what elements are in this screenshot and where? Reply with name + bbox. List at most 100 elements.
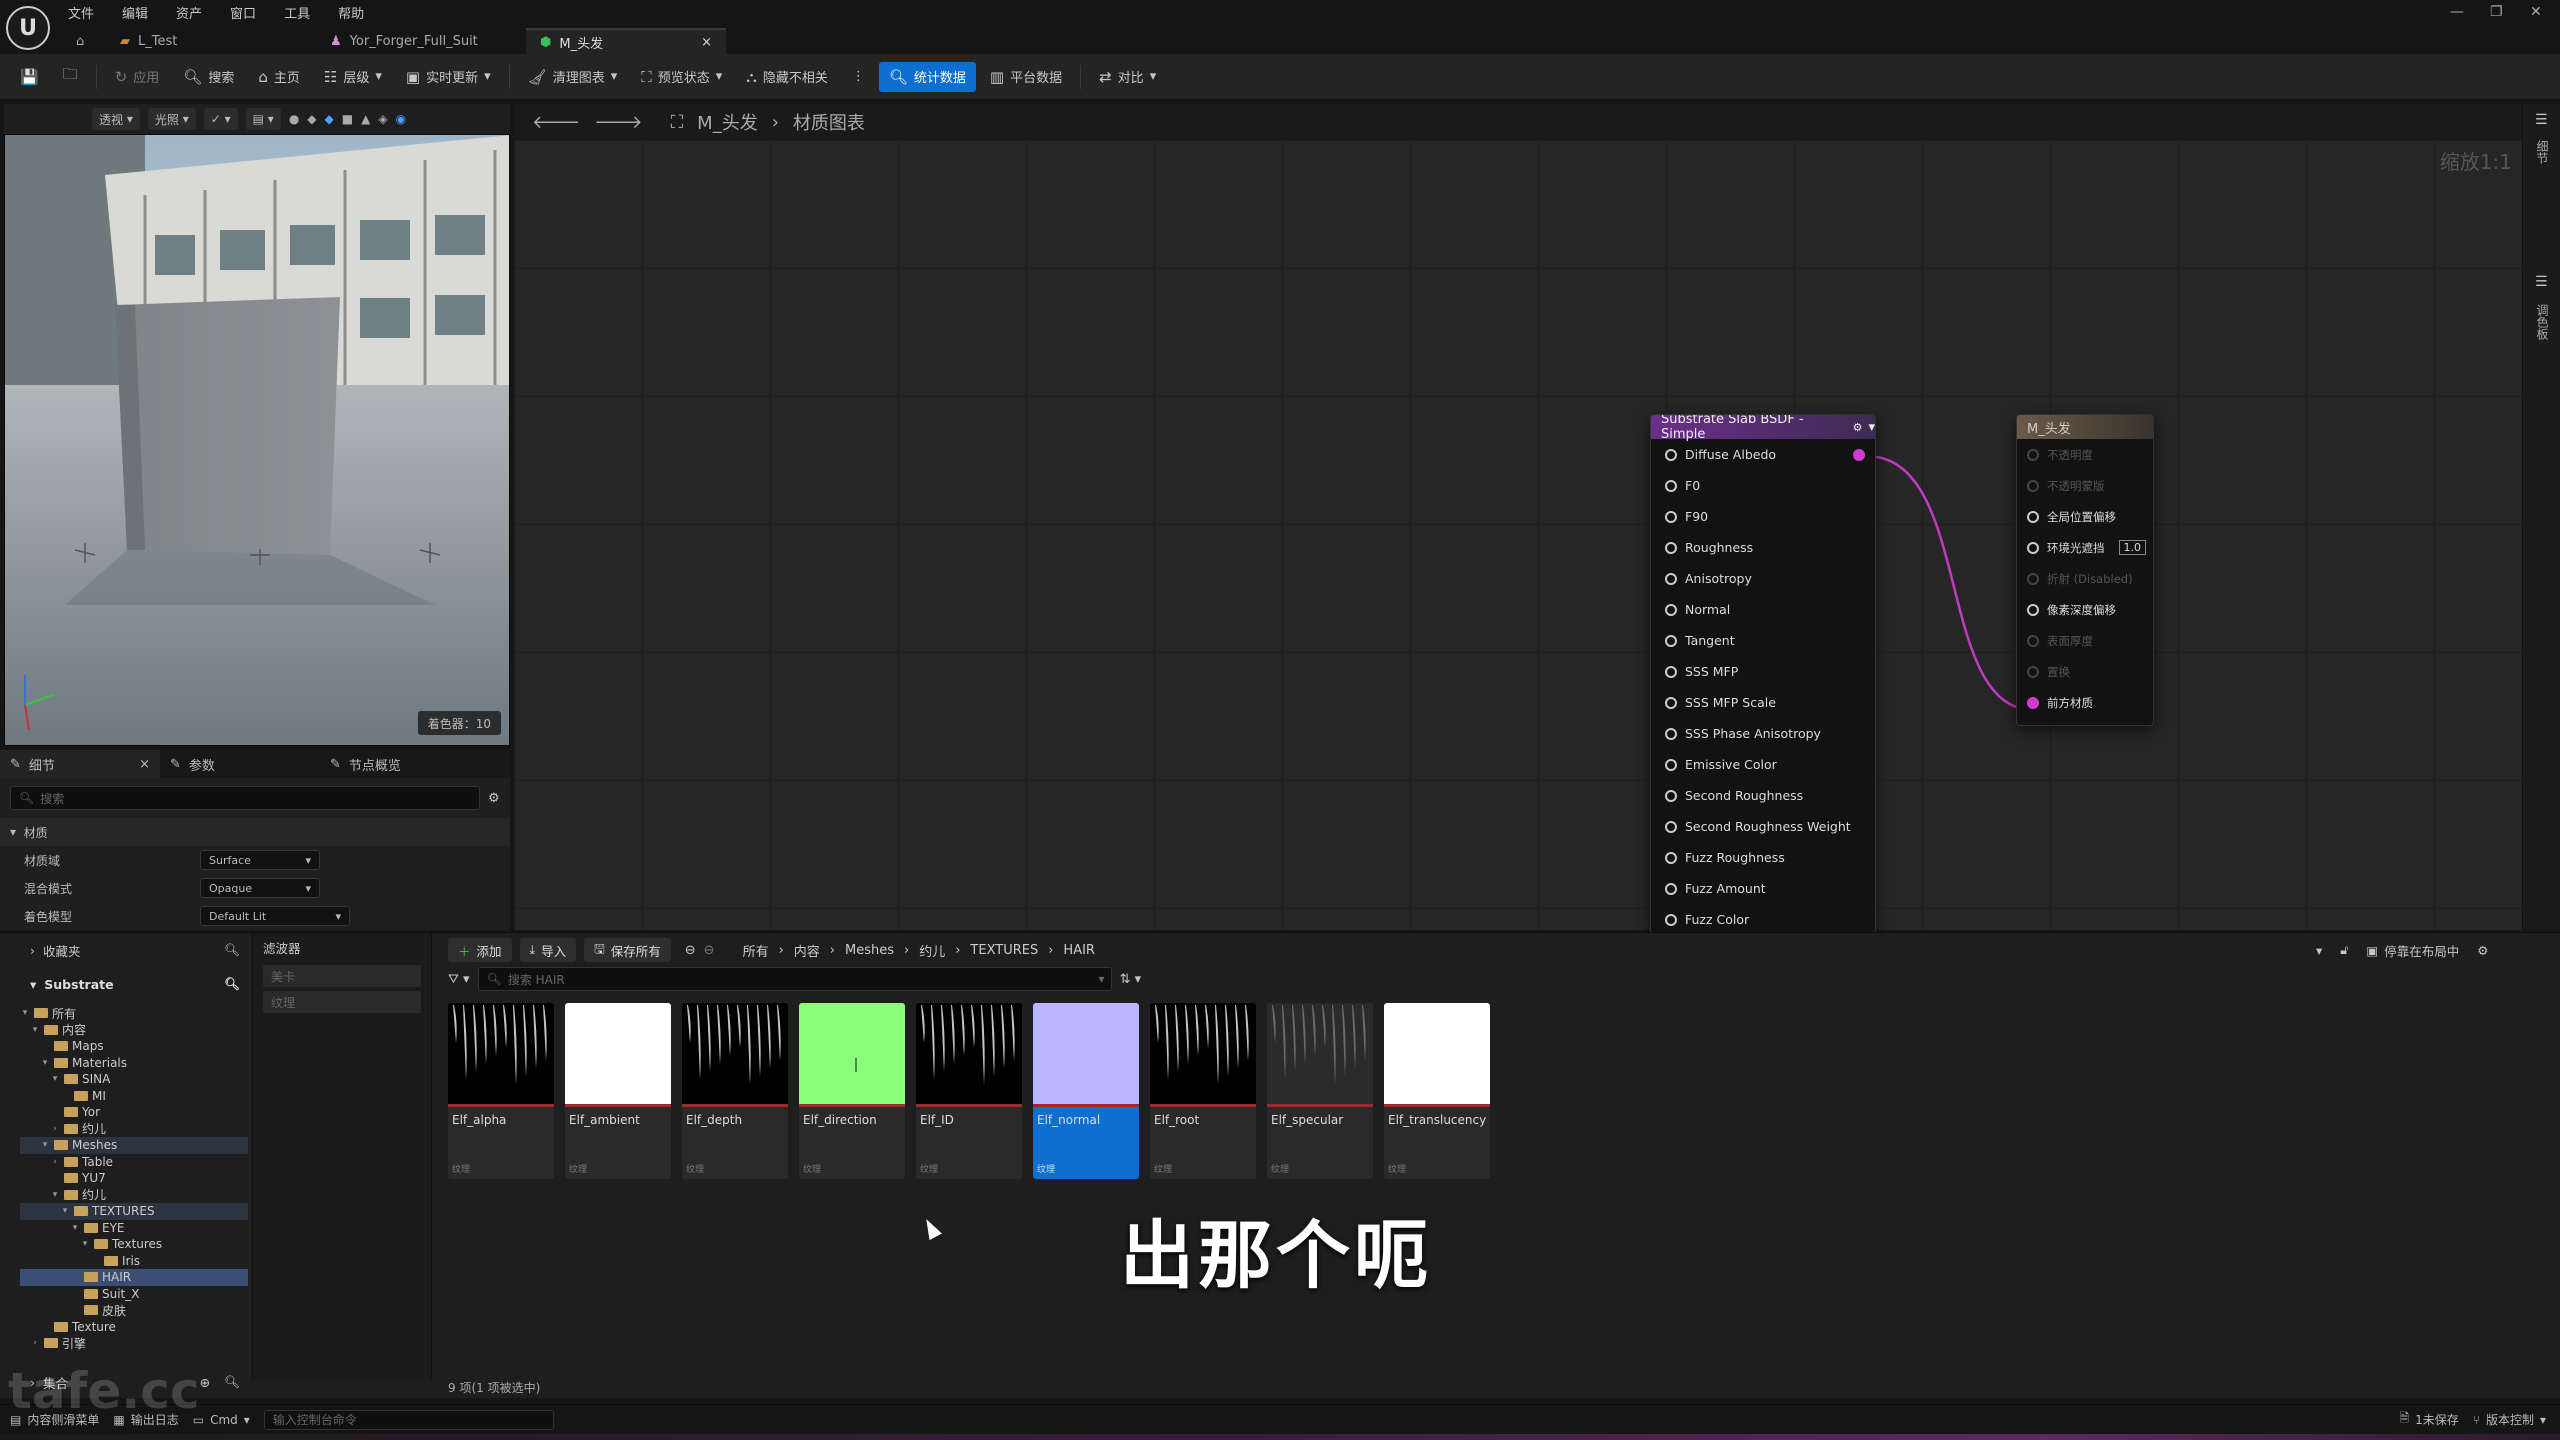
asset-tile[interactable]: Elf_depth 纹理: [682, 1003, 788, 1179]
bsdf-input-pin[interactable]: F90: [1651, 501, 1875, 532]
home-button[interactable]: ⌂ 主页: [248, 62, 310, 92]
bsdf-input-pin[interactable]: Fuzz Color: [1651, 904, 1875, 933]
asset-search-input[interactable]: 🔍︎ 搜索 HAIR ▾: [477, 967, 1112, 991]
more-options-icon[interactable]: ⋮: [842, 62, 875, 92]
tab-details[interactable]: ✎ 细节 ×: [0, 750, 160, 778]
hierarchy-button[interactable]: ☷ 层级 ▾: [314, 62, 392, 92]
breadcrumb-separator-icon[interactable]: ›: [904, 943, 909, 958]
side-tab-palette[interactable]: 调色板: [2534, 304, 2551, 340]
pin-socket-icon[interactable]: [1665, 510, 1677, 523]
close-icon[interactable]: ×: [701, 35, 712, 50]
mesh-preview-icon[interactable]: ▲: [361, 112, 370, 126]
chevron-right-icon[interactable]: ›: [30, 1338, 40, 1348]
path-segment[interactable]: Meshes: [845, 943, 894, 958]
path-segment[interactable]: 所有: [743, 941, 769, 960]
platform-stats-button[interactable]: ▥ 平台数据: [980, 62, 1072, 92]
realtime-button[interactable]: ▤ ▾: [245, 108, 281, 130]
breadcrumb-material[interactable]: M_头发: [697, 109, 758, 135]
chevron-down-icon[interactable]: ▾: [20, 1008, 30, 1018]
lock-icon[interactable]: 🔓︎: [2340, 942, 2348, 958]
lit-button[interactable]: 光照 ▾: [147, 108, 196, 130]
folder-tree-item[interactable]: › Table: [20, 1154, 248, 1171]
tab-parameters[interactable]: ✎ 参数: [160, 750, 320, 778]
menu-asset[interactable]: 资产: [174, 3, 204, 22]
filter-item[interactable]: 纹理: [263, 991, 421, 1013]
material-output-pin[interactable]: 全局位置偏移: [2017, 501, 2153, 532]
material-section-header[interactable]: ▾ 材质: [0, 818, 510, 846]
material-output-node[interactable]: M_头发 不透明度 不透明蒙版 全局位置偏移 环境光遮挡 1.0 折射 (Disabled…: [2016, 414, 2154, 726]
asset-tile[interactable]: Elf_root 纹理: [1150, 1003, 1256, 1179]
chevron-down-icon[interactable]: ▾: [60, 1206, 70, 1216]
pin-socket-icon[interactable]: [1665, 541, 1677, 554]
diff-button[interactable]: ⇄ 对比 ▾: [1089, 62, 1166, 92]
menu-edit[interactable]: 编辑: [120, 3, 150, 22]
search-icon[interactable]: 🔍︎: [224, 1374, 240, 1390]
close-window-icon[interactable]: ✕: [2530, 4, 2542, 20]
folder-tree-item[interactable]: › 约儿: [20, 1121, 248, 1138]
pin-socket-icon[interactable]: [2027, 696, 2039, 709]
search-icon[interactable]: 🔍︎: [224, 976, 240, 992]
asset-tile[interactable]: Elf_specular 纹理: [1267, 1003, 1373, 1179]
pin-value-input[interactable]: 1.0: [2118, 540, 2146, 555]
folder-tree-item[interactable]: ▾ EYE: [20, 1220, 248, 1237]
substrate-slab-bsdf-node[interactable]: Substrate Slab BSDF - Simple ⚙ ▾ Diffuse…: [1650, 414, 1876, 934]
pin-socket-icon[interactable]: [1665, 479, 1677, 492]
menu-help[interactable]: 帮助: [336, 3, 366, 22]
chevron-right-icon[interactable]: ›: [50, 1157, 60, 1167]
minimize-icon[interactable]: —: [2450, 4, 2464, 20]
history-back-icon[interactable]: ⊖: [685, 943, 696, 958]
output-pin-icon[interactable]: [1853, 448, 1865, 461]
folder-tree-item[interactable]: ▾ 内容: [20, 1022, 248, 1039]
bsdf-input-pin[interactable]: Anisotropy: [1651, 563, 1875, 594]
cmd-selector[interactable]: ▭ Cmd ▾: [193, 1413, 250, 1427]
material-output-pin[interactable]: 前方材质: [2017, 687, 2153, 718]
path-segment[interactable]: 约儿: [919, 941, 945, 960]
folder-tree-item[interactable]: ▾ 所有: [20, 1005, 248, 1022]
bsdf-input-pin[interactable]: Second Roughness: [1651, 780, 1875, 811]
pin-socket-icon[interactable]: [1665, 727, 1677, 740]
pin-socket-icon[interactable]: [2027, 541, 2039, 554]
filter-item[interactable]: 美卡: [263, 965, 421, 987]
back-arrow-icon[interactable]: 🡐: [532, 112, 580, 133]
bsdf-input-pin[interactable]: SSS MFP Scale: [1651, 687, 1875, 718]
favorites-header[interactable]: › 收藏夹 🔍︎: [30, 939, 240, 961]
gear-icon[interactable]: ⚙: [2477, 943, 2488, 958]
breadcrumb-separator-icon[interactable]: ›: [955, 943, 960, 958]
add-collection-icon[interactable]: ⊕: [200, 1375, 210, 1390]
cylinder-preview-icon[interactable]: ◆: [307, 112, 316, 126]
chevron-down-icon[interactable]: ▾: [70, 1223, 80, 1233]
side-tab-details[interactable]: 细节: [2534, 140, 2551, 164]
bsdf-input-pin[interactable]: Fuzz Amount: [1651, 873, 1875, 904]
asset-tile[interactable]: Elf_ambient 纹理: [565, 1003, 671, 1179]
path-segment[interactable]: TEXTURES: [970, 943, 1038, 958]
material-output-pin[interactable]: 环境光遮挡 1.0: [2017, 532, 2153, 563]
save-all-button[interactable]: 🖫 保存所有: [584, 938, 671, 962]
shading-model-select[interactable]: Default Lit ▾: [200, 906, 350, 926]
blend-mode-select[interactable]: Opaque ▾: [200, 878, 320, 898]
asset-tile[interactable]: Elf_normal 纹理: [1033, 1003, 1139, 1179]
chevron-down-icon[interactable]: ▾: [1868, 420, 1875, 435]
folder-tree-item[interactable]: ▾ Meshes: [20, 1137, 248, 1154]
sphere-preview-icon[interactable]: ●: [289, 112, 299, 126]
restore-icon[interactable]: ❐: [2490, 4, 2503, 20]
asset-tile[interactable]: Elf_translucency 纹理: [1384, 1003, 1490, 1179]
chevron-down-icon[interactable]: ▾: [2316, 943, 2322, 958]
chevron-down-icon[interactable]: ▾: [30, 1025, 40, 1035]
breadcrumb-material-graph[interactable]: 材质图表: [793, 109, 865, 135]
material-domain-select[interactable]: Surface ▾: [200, 850, 320, 870]
bsdf-input-pin[interactable]: SSS Phase Anisotropy: [1651, 718, 1875, 749]
pin-socket-icon[interactable]: [1665, 448, 1677, 461]
pin-socket-icon[interactable]: [1665, 634, 1677, 647]
console-input[interactable]: 输入控制台命令: [263, 1409, 554, 1430]
chevron-down-icon[interactable]: ▾: [40, 1058, 50, 1068]
home-tab[interactable]: ⌂: [66, 28, 106, 54]
tab-l-test[interactable]: ▰ L_Test: [106, 28, 316, 54]
asset-tile[interactable]: Elf_direction 纹理: [799, 1003, 905, 1179]
filter-icon[interactable]: ⛛ ▾: [448, 972, 470, 987]
details-search-input[interactable]: 🔍︎ 搜索: [10, 786, 480, 810]
search-button[interactable]: 🔍︎ 搜索: [173, 62, 244, 92]
cube-preview-icon[interactable]: ■: [342, 112, 353, 126]
search-icon[interactable]: 🔍︎: [224, 942, 240, 958]
folder-tree-item[interactable]: Maps: [20, 1038, 248, 1055]
folder-tree-item[interactable]: ▾ 约儿: [20, 1187, 248, 1204]
